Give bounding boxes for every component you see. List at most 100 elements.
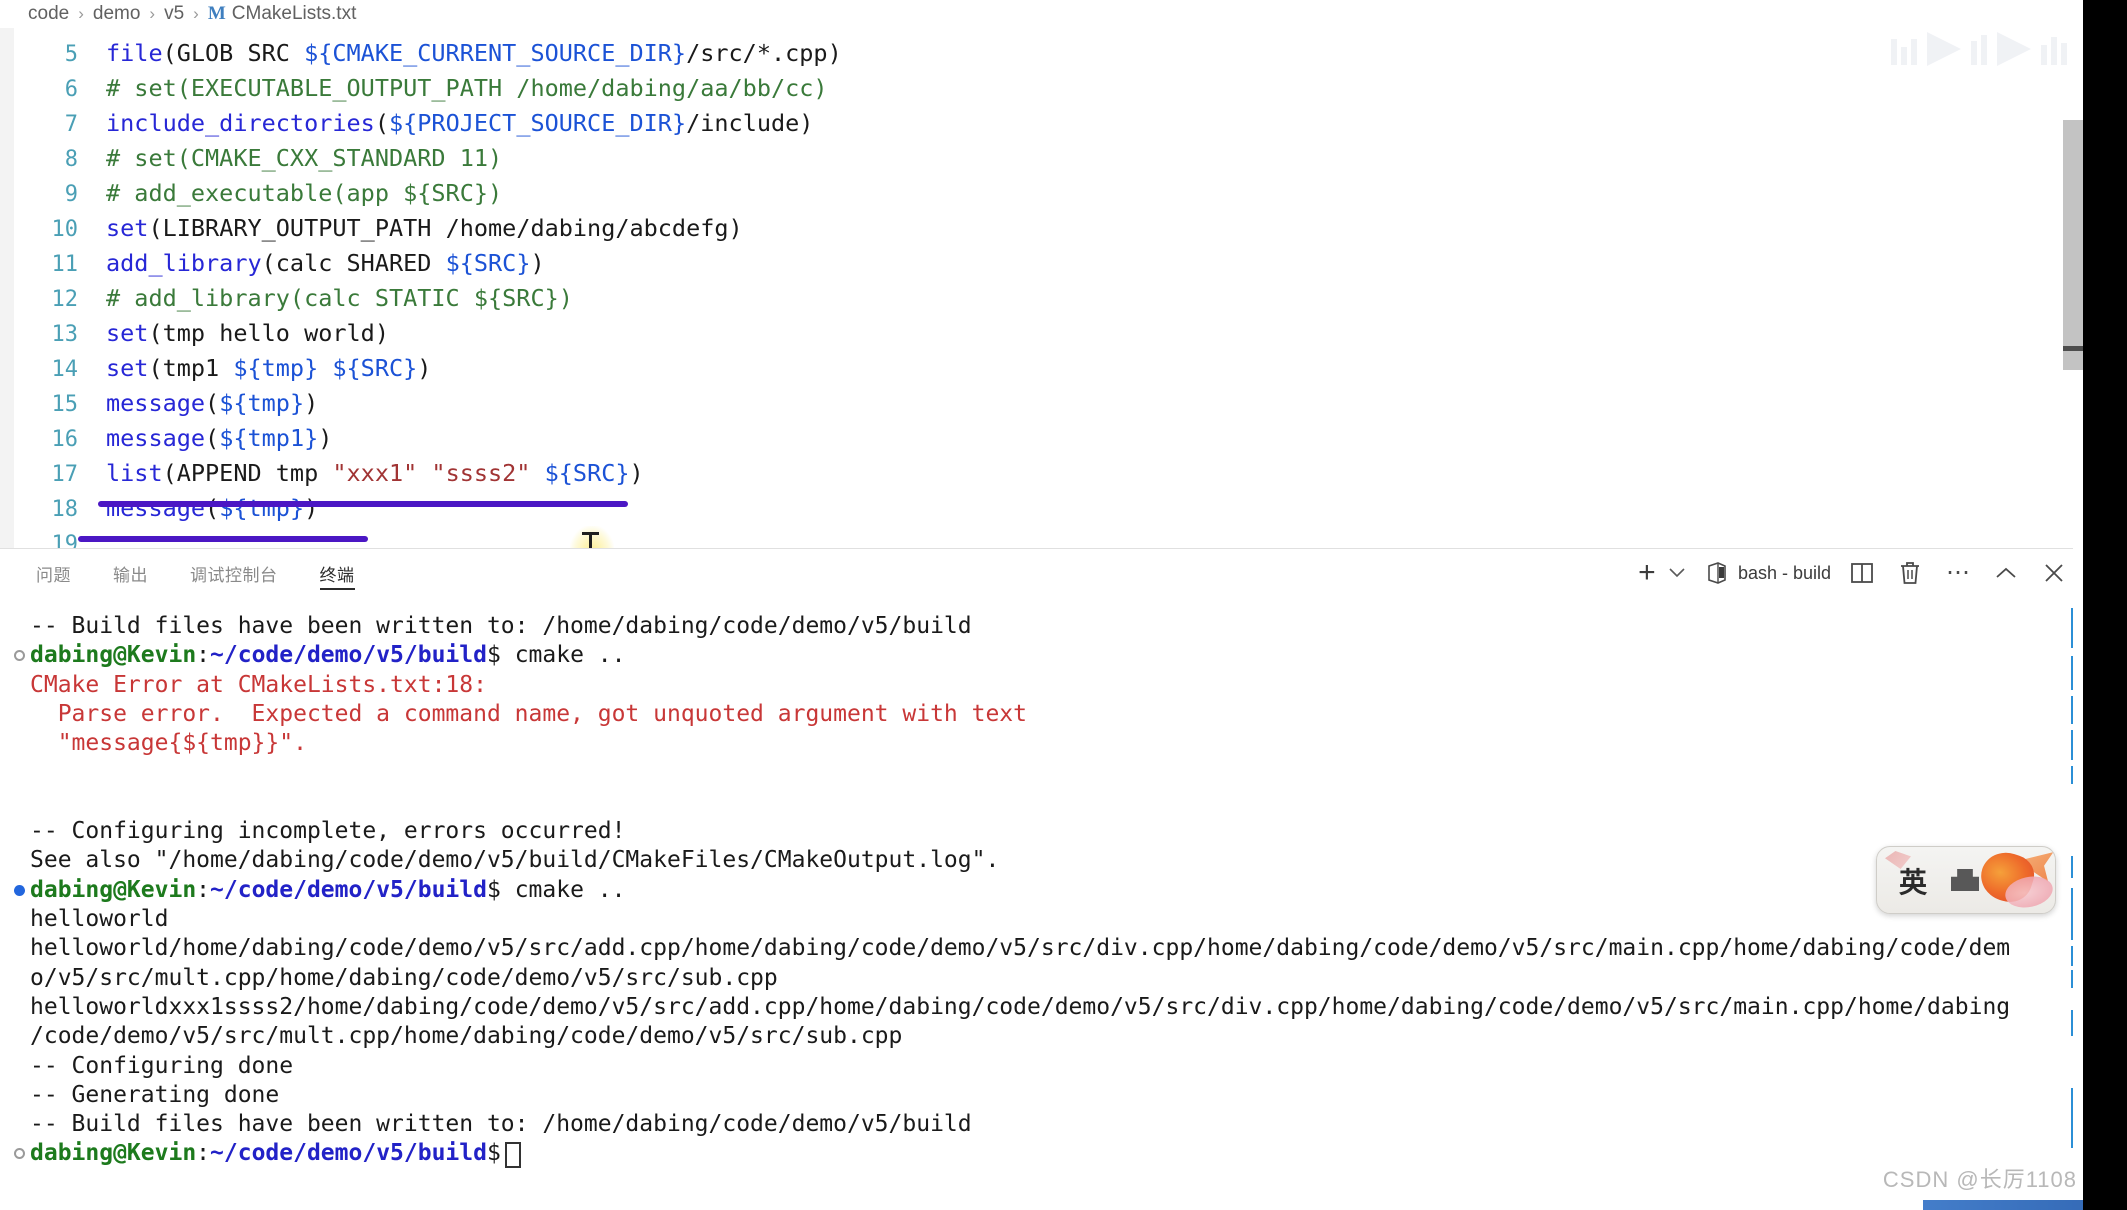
panel-tab[interactable]: 终端 [320,548,355,598]
chevron-down-icon[interactable] [1664,556,1690,590]
line-number: 9 [0,177,78,212]
code-token: ${tmp} [233,354,318,382]
code-token [318,354,332,382]
code-token: (tmp1 [148,354,233,382]
code-token: ${SRC} [332,354,417,382]
line-number: 6 [0,72,78,107]
breadcrumb-file-name[interactable]: CMakeLists.txt [232,3,357,25]
code-token: set [106,354,148,382]
line-number: 11 [0,247,78,282]
code-token: ) [417,354,431,382]
code-token: "ssss2" [431,459,530,487]
code-line-text: set(LIBRARY_OUTPUT_PATH /home/dabing/abc… [106,214,743,242]
prompt-path: ~/code/demo/v5/build [210,1140,487,1166]
cmake-file-icon: M [208,3,226,25]
bottom-panel: 问题输出调试控制台终端 + bash - build [0,548,2127,1210]
annotation-underline-line17 [98,501,628,507]
prompt-user: dabing@Kevin [30,877,196,903]
terminal-command [501,1140,515,1166]
code-token: message [106,494,205,522]
editor-scrollbar-thumb[interactable] [2063,120,2083,370]
watermark-bars-icon [1891,33,1917,65]
more-actions-icon[interactable]: ⋯ [1941,556,1975,590]
code-line-text: set(tmp hello world) [106,319,389,347]
line-number: 8 [0,142,78,177]
code-line: 9 # add_executable(app ${SRC}) [0,176,502,211]
terminal-text: -- Build files have been written to: /ho… [30,613,972,639]
terminal-text: -- Generating done [30,1082,279,1108]
breadcrumb-separator: › [78,4,84,24]
code-token: (APPEND tmp [163,459,333,487]
terminal-text: /code/demo/v5/src/mult.cpp/home/dabing/c… [30,1023,902,1049]
code-token: /include) [686,109,813,137]
annotation-underline-line18 [78,536,368,542]
panel-tab[interactable]: 输出 [113,548,148,598]
watermark-play-icon [1927,32,1961,66]
line-number: 13 [0,317,78,352]
offscreen-black-strip [2083,0,2127,1210]
new-terminal-button[interactable]: + [1630,556,1664,590]
breadcrumb-item-v5[interactable]: v5 [164,3,184,25]
terminal-prompt-line: dabing@Kevin:~/code/demo/v5/build$ cmake… [30,876,625,905]
collapse-panel-icon[interactable] [1989,556,2023,590]
code-line-text: message(${tmp}) [106,494,318,522]
terminal-output-line: /code/demo/v5/src/mult.cpp/home/dabing/c… [30,1022,902,1051]
terminal-text: "message{${tmp}}". [30,730,307,756]
terminal-output-line: helloworld/home/dabing/code/demo/v5/src/… [30,934,2010,963]
code-token: (calc SHARED [262,249,446,277]
split-terminal-icon[interactable] [1845,556,1879,590]
terminal-text: helloworldxxx1ssss2/home/dabing/code/dem… [30,994,2010,1020]
code-token: ${SRC} [545,459,630,487]
terminal-output-line: Parse error. Expected a command name, go… [30,700,1027,729]
code-editor[interactable]: 5file(GLOB SRC ${CMAKE_CURRENT_SOURCE_DI… [0,28,2127,548]
code-token: ${PROJECT_SOURCE_DIR} [389,109,686,137]
line-number: 14 [0,352,78,387]
code-token: set [106,214,148,242]
terminal-output-line: -- Build files have been written to: /ho… [30,1110,972,1139]
terminal-output-line: helloworldxxx1ssss2/home/dabing/code/dem… [30,993,2010,1022]
trash-icon[interactable] [1893,556,1927,590]
panel-header: 问题输出调试控制台终端 + bash - build [0,548,2127,598]
code-token: # set(EXECUTABLE_OUTPUT_PATH /home/dabin… [106,74,828,102]
command-status-dot [14,885,25,896]
panel-tab[interactable]: 调试控制台 [190,548,278,598]
code-token: # add_executable(app ${SRC}) [106,179,502,207]
panel-action-bar: + bash - build [1630,548,2071,598]
command-status-dot [14,1148,25,1159]
terminal-text: CMake Error at CMakeLists.txt:18: [30,672,487,698]
code-line-text: message(${tmp1}) [106,424,332,452]
code-line-text: message(${tmp}) [106,389,318,417]
terminal-output[interactable]: -- Build files have been written to: /ho… [0,598,2127,1210]
panel-tab[interactable]: 问题 [36,548,71,598]
line-number: 19 [0,527,78,548]
code-token [530,459,544,487]
line-number: 17 [0,457,78,492]
terminal-prompt-line: dabing@Kevin:~/code/demo/v5/build$ [30,1139,515,1168]
prompt-dollar: $ [487,642,501,668]
code-token: ) [630,459,644,487]
code-token: # add_library(calc STATIC ${SRC}) [106,284,573,312]
close-panel-icon[interactable] [2037,556,2071,590]
terminal-output-line: helloworld [30,905,168,934]
code-token: list [106,459,163,487]
keyboard-icon [1951,869,1979,891]
active-terminal-label[interactable]: bash - build [1738,563,1831,584]
breadcrumb-item-demo[interactable]: demo [93,3,141,25]
code-line: 10set(LIBRARY_OUTPUT_PATH /home/dabing/a… [0,211,743,246]
terminal-text: o/v5/src/mult.cpp/home/dabing/code/demo/… [30,965,778,991]
code-token: ( [205,389,219,417]
terminal-output-line: See also "/home/dabing/code/demo/v5/buil… [30,846,999,875]
taskbar-artifact [1923,1200,2083,1210]
terminal-command: cmake .. [501,642,626,668]
code-line: 11add_library(calc SHARED ${SRC}) [0,246,545,281]
terminal-text: Parse error. Expected a command name, go… [30,701,1027,727]
terminal-command: cmake .. [501,877,626,903]
code-token: ${tmp} [219,494,304,522]
code-line: 8 # set(CMAKE_CXX_STANDARD 11) [0,141,502,176]
code-line-text: # set(CMAKE_CXX_STANDARD 11) [106,144,502,172]
code-token: ( [205,494,219,522]
code-line-text: set(tmp1 ${tmp} ${SRC}) [106,354,431,382]
breadcrumb-item-code[interactable]: code [28,3,69,25]
prompt-user: dabing@Kevin [30,642,196,668]
ime-indicator[interactable]: 英 [1876,846,2056,914]
